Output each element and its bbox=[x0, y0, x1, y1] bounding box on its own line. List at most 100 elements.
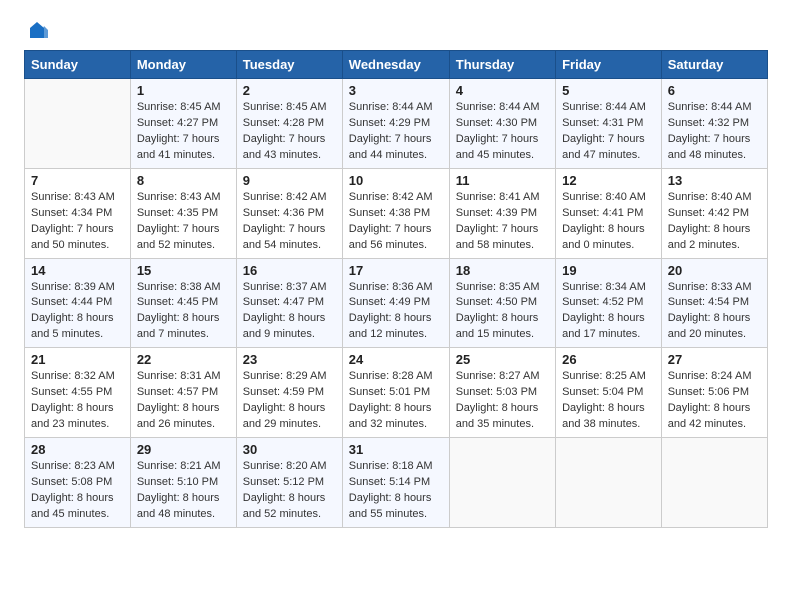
day-number: 7 bbox=[31, 173, 124, 188]
day-info: Sunrise: 8:38 AMSunset: 4:45 PMDaylight:… bbox=[137, 280, 230, 344]
calendar-cell: 25 Sunrise: 8:27 AMSunset: 5:03 PMDayligh… bbox=[449, 348, 555, 438]
day-info: Sunrise: 8:40 AMSunset: 4:42 PMDaylight:… bbox=[668, 190, 761, 254]
day-number: 5 bbox=[562, 83, 655, 98]
day-number: 3 bbox=[349, 83, 443, 98]
calendar-cell: 17 Sunrise: 8:36 AMSunset: 4:49 PMDayligh… bbox=[342, 258, 449, 348]
day-number: 16 bbox=[243, 263, 336, 278]
day-info: Sunrise: 8:21 AMSunset: 5:10 PMDaylight:… bbox=[137, 459, 230, 523]
day-number: 6 bbox=[668, 83, 761, 98]
day-info: Sunrise: 8:29 AMSunset: 4:59 PMDaylight:… bbox=[243, 369, 336, 433]
calendar-cell: 14 Sunrise: 8:39 AMSunset: 4:44 PMDayligh… bbox=[25, 258, 131, 348]
weekday-header: Monday bbox=[130, 51, 236, 79]
day-info: Sunrise: 8:44 AMSunset: 4:32 PMDaylight:… bbox=[668, 100, 761, 164]
calendar-cell: 3Sunrise: 8:44 AMSunset: 4:29 PMDaylight… bbox=[342, 79, 449, 169]
calendar-cell: 15 Sunrise: 8:38 AMSunset: 4:45 PMDayligh… bbox=[130, 258, 236, 348]
weekday-header: Saturday bbox=[661, 51, 767, 79]
day-number: 9 bbox=[243, 173, 336, 188]
calendar-cell: 18 Sunrise: 8:35 AMSunset: 4:50 PMDayligh… bbox=[449, 258, 555, 348]
day-number: 14 bbox=[31, 263, 124, 278]
day-number: 25 bbox=[456, 352, 549, 367]
day-number: 29 bbox=[137, 442, 230, 457]
calendar-cell: 12Sunrise: 8:40 AMSunset: 4:41 PMDayligh… bbox=[556, 168, 662, 258]
weekday-header: Wednesday bbox=[342, 51, 449, 79]
day-number: 17 bbox=[349, 263, 443, 278]
day-number: 30 bbox=[243, 442, 336, 457]
calendar-cell: 26 Sunrise: 8:25 AMSunset: 5:04 PMDayligh… bbox=[556, 348, 662, 438]
calendar-cell: 22Sunrise: 8:31 AMSunset: 4:57 PMDayligh… bbox=[130, 348, 236, 438]
day-info: Sunrise: 8:23 AMSunset: 5:08 PMDaylight:… bbox=[31, 459, 124, 523]
calendar-week-row: 1 Sunrise: 8:45 AMSunset: 4:27 PMDaylight… bbox=[25, 79, 768, 169]
calendar-week-row: 21 Sunrise: 8:32 AMSunset: 4:55 PMDayligh… bbox=[25, 348, 768, 438]
day-number: 31 bbox=[349, 442, 443, 457]
calendar-cell: 27 Sunrise: 8:24 AMSunset: 5:06 PMDayligh… bbox=[661, 348, 767, 438]
weekday-header: Thursday bbox=[449, 51, 555, 79]
day-info: Sunrise: 8:44 AMSunset: 4:31 PMDaylight:… bbox=[562, 100, 655, 164]
day-info: Sunrise: 8:27 AMSunset: 5:03 PMDaylight:… bbox=[456, 369, 549, 433]
day-number: 4 bbox=[456, 83, 549, 98]
day-info: Sunrise: 8:35 AMSunset: 4:50 PMDaylight:… bbox=[456, 280, 549, 344]
day-number: 22 bbox=[137, 352, 230, 367]
calendar-cell: 23 Sunrise: 8:29 AMSunset: 4:59 PMDayligh… bbox=[236, 348, 342, 438]
day-number: 20 bbox=[668, 263, 761, 278]
day-number: 15 bbox=[137, 263, 230, 278]
calendar-cell: 11 Sunrise: 8:41 AMSunset: 4:39 PMDayligh… bbox=[449, 168, 555, 258]
day-number: 13 bbox=[668, 173, 761, 188]
calendar-cell: 30 Sunrise: 8:20 AMSunset: 5:12 PMDayligh… bbox=[236, 438, 342, 528]
calendar-cell bbox=[449, 438, 555, 528]
day-number: 24 bbox=[349, 352, 443, 367]
day-number: 21 bbox=[31, 352, 124, 367]
day-info: Sunrise: 8:24 AMSunset: 5:06 PMDaylight:… bbox=[668, 369, 761, 433]
day-info: Sunrise: 8:34 AMSunset: 4:52 PMDaylight:… bbox=[562, 280, 655, 344]
calendar-cell bbox=[661, 438, 767, 528]
calendar-week-row: 14 Sunrise: 8:39 AMSunset: 4:44 PMDayligh… bbox=[25, 258, 768, 348]
calendar-cell: 21 Sunrise: 8:32 AMSunset: 4:55 PMDayligh… bbox=[25, 348, 131, 438]
day-info: Sunrise: 8:32 AMSunset: 4:55 PMDaylight:… bbox=[31, 369, 124, 433]
day-info: Sunrise: 8:37 AMSunset: 4:47 PMDaylight:… bbox=[243, 280, 336, 344]
day-info: Sunrise: 8:18 AMSunset: 5:14 PMDaylight:… bbox=[349, 459, 443, 523]
day-info: Sunrise: 8:45 AMSunset: 4:27 PMDaylight:… bbox=[137, 100, 230, 164]
day-number: 27 bbox=[668, 352, 761, 367]
calendar-cell: 5 Sunrise: 8:44 AMSunset: 4:31 PMDaylight… bbox=[556, 79, 662, 169]
day-number: 18 bbox=[456, 263, 549, 278]
calendar-cell: 20 Sunrise: 8:33 AMSunset: 4:54 PMDayligh… bbox=[661, 258, 767, 348]
calendar-cell: 2Sunrise: 8:45 AMSunset: 4:28 PMDaylight… bbox=[236, 79, 342, 169]
page-header bbox=[24, 20, 768, 42]
calendar-week-row: 28 Sunrise: 8:23 AMSunset: 5:08 PMDayligh… bbox=[25, 438, 768, 528]
calendar-cell: 31 Sunrise: 8:18 AMSunset: 5:14 PMDayligh… bbox=[342, 438, 449, 528]
day-number: 12 bbox=[562, 173, 655, 188]
day-info: Sunrise: 8:41 AMSunset: 4:39 PMDaylight:… bbox=[456, 190, 549, 254]
day-info: Sunrise: 8:25 AMSunset: 5:04 PMDaylight:… bbox=[562, 369, 655, 433]
calendar-cell: 4Sunrise: 8:44 AMSunset: 4:30 PMDaylight… bbox=[449, 79, 555, 169]
day-info: Sunrise: 8:39 AMSunset: 4:44 PMDaylight:… bbox=[31, 280, 124, 344]
calendar-cell: 8 Sunrise: 8:43 AMSunset: 4:35 PMDaylight… bbox=[130, 168, 236, 258]
logo bbox=[24, 20, 50, 42]
calendar-table: SundayMondayTuesdayWednesdayThursdayFrid… bbox=[24, 50, 768, 528]
day-info: Sunrise: 8:20 AMSunset: 5:12 PMDaylight:… bbox=[243, 459, 336, 523]
calendar-cell: 9 Sunrise: 8:42 AMSunset: 4:36 PMDaylight… bbox=[236, 168, 342, 258]
day-number: 1 bbox=[137, 83, 230, 98]
calendar-cell: 29 Sunrise: 8:21 AMSunset: 5:10 PMDayligh… bbox=[130, 438, 236, 528]
weekday-header: Tuesday bbox=[236, 51, 342, 79]
day-number: 23 bbox=[243, 352, 336, 367]
day-info: Sunrise: 8:33 AMSunset: 4:54 PMDaylight:… bbox=[668, 280, 761, 344]
calendar-week-row: 7 Sunrise: 8:43 AMSunset: 4:34 PMDaylight… bbox=[25, 168, 768, 258]
weekday-header: Friday bbox=[556, 51, 662, 79]
calendar-cell: 24Sunrise: 8:28 AMSunset: 5:01 PMDayligh… bbox=[342, 348, 449, 438]
day-info: Sunrise: 8:42 AMSunset: 4:36 PMDaylight:… bbox=[243, 190, 336, 254]
day-number: 28 bbox=[31, 442, 124, 457]
day-info: Sunrise: 8:42 AMSunset: 4:38 PMDaylight:… bbox=[349, 190, 443, 254]
day-number: 11 bbox=[456, 173, 549, 188]
logo-icon bbox=[26, 20, 48, 42]
calendar-cell: 6 Sunrise: 8:44 AMSunset: 4:32 PMDaylight… bbox=[661, 79, 767, 169]
day-info: Sunrise: 8:43 AMSunset: 4:34 PMDaylight:… bbox=[31, 190, 124, 254]
day-number: 8 bbox=[137, 173, 230, 188]
calendar-cell: 10Sunrise: 8:42 AMSunset: 4:38 PMDayligh… bbox=[342, 168, 449, 258]
calendar-cell: 13 Sunrise: 8:40 AMSunset: 4:42 PMDayligh… bbox=[661, 168, 767, 258]
calendar-cell bbox=[25, 79, 131, 169]
weekday-header: Sunday bbox=[25, 51, 131, 79]
day-info: Sunrise: 8:36 AMSunset: 4:49 PMDaylight:… bbox=[349, 280, 443, 344]
calendar-cell bbox=[556, 438, 662, 528]
day-info: Sunrise: 8:43 AMSunset: 4:35 PMDaylight:… bbox=[137, 190, 230, 254]
day-number: 26 bbox=[562, 352, 655, 367]
day-number: 2 bbox=[243, 83, 336, 98]
